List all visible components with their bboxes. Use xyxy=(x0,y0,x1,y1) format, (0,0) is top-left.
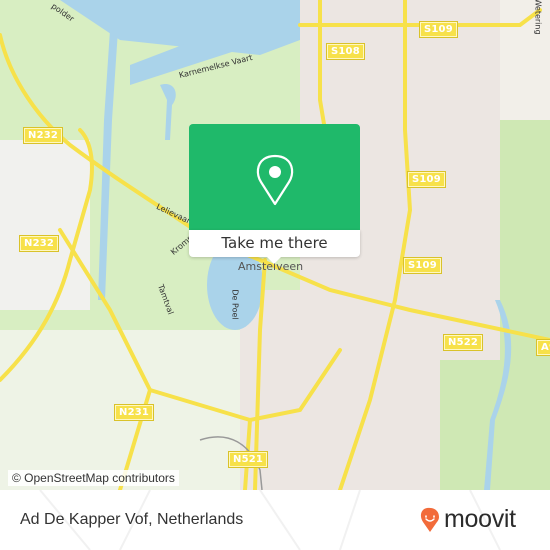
road-shield-n522: N522 xyxy=(442,334,484,351)
road-shield-s109-top: S109 xyxy=(419,21,458,38)
road-shield-s108: S108 xyxy=(326,43,365,60)
destination-popup[interactable]: Take me there xyxy=(189,124,360,264)
location-pin-icon xyxy=(256,154,294,206)
take-me-there-button[interactable]: Take me there xyxy=(189,230,360,257)
road-shield-n521: N521 xyxy=(227,451,269,468)
street-label-wetering: Wetering xyxy=(533,0,543,35)
urban-area-south xyxy=(240,290,440,490)
take-me-there-label: Take me there xyxy=(221,234,328,252)
street-label-de-poel: De Poel xyxy=(230,289,240,320)
popup-pointer xyxy=(266,256,282,264)
map-attribution[interactable]: © OpenStreetMap contributors xyxy=(8,470,179,486)
popup-header[interactable] xyxy=(189,124,360,230)
road-shield-a9: A9 xyxy=(535,339,550,356)
moovit-logo[interactable]: moovit xyxy=(420,505,516,534)
map[interactable]: S108 S109 S109 S109 N232 N232 N522 N231 … xyxy=(0,0,550,490)
moovit-wordmark: moovit xyxy=(444,505,516,533)
place-name: Ad De Kapper Vof, Netherlands xyxy=(20,511,244,528)
road-shield-n232-top: N232 xyxy=(22,127,64,144)
road-shield-n231: N231 xyxy=(113,404,155,421)
road-shield-s109-mid: S109 xyxy=(407,171,446,188)
moovit-pin-icon xyxy=(420,507,439,532)
road-shield-s109-low: S109 xyxy=(403,257,442,274)
industrial-area xyxy=(0,140,90,310)
road-shield-n232-mid: N232 xyxy=(18,235,60,252)
